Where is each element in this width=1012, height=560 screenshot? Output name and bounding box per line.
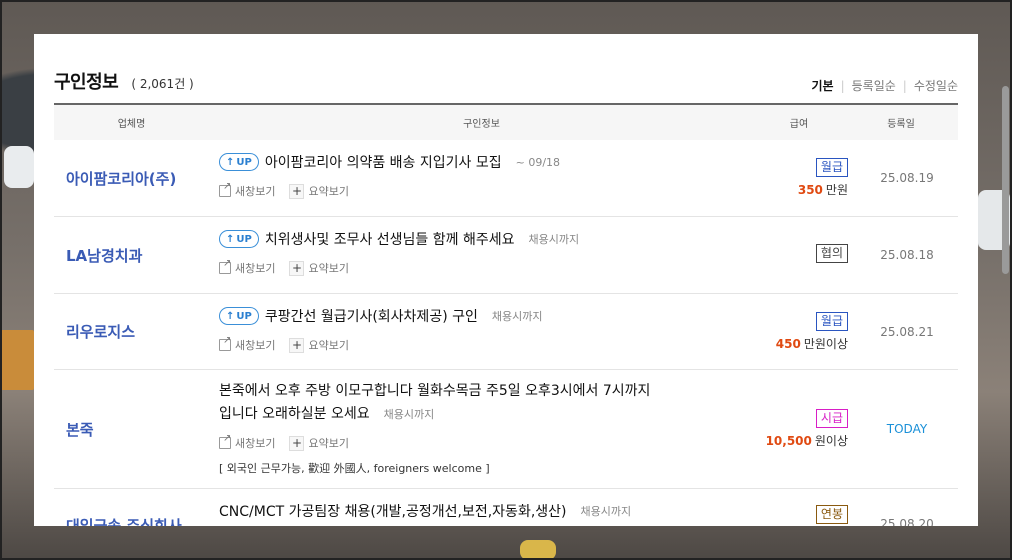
table-row: 아이팜코리아(주) ↑ UP 아이팜코리아 의약품 배송 지입기사 모집 ~ 09… <box>54 140 958 217</box>
plus-icon: + <box>289 260 305 276</box>
company-name[interactable]: 리우로지스 <box>54 294 219 369</box>
up-arrow-icon: ↑ <box>226 310 235 322</box>
company-name[interactable]: 대일금속 주식회사 <box>54 489 219 526</box>
registered-date: TODAY <box>886 422 928 436</box>
company-name[interactable]: 아이팜코리아(주) <box>54 140 219 216</box>
job-title[interactable]: 아이팜코리아 의약품 배송 지입기사 모집 <box>265 152 502 172</box>
company-name[interactable]: LA남경치과 <box>54 217 219 293</box>
external-link-icon <box>219 181 231 197</box>
new-window-link[interactable]: 새창보기 <box>219 433 275 451</box>
registered-date: 25.08.21 <box>880 324 934 339</box>
registered-date: 25.08.20 <box>880 517 934 526</box>
table-row: 대일금속 주식회사 CNC/MCT 가공팀장 채용(개발,공정개선,보전,자동화… <box>54 489 958 526</box>
up-arrow-icon: ↑ <box>226 156 235 168</box>
table-row: 본죽 본죽에서 오후 주방 이모구합니다 월화수목금 주5일 오후3시에서 7시… <box>54 370 958 489</box>
listing-count: ( 2,061건 ) <box>131 77 194 91</box>
sort-default[interactable]: 기본 <box>811 77 833 94</box>
pay-type-badge: 시급 <box>815 409 848 428</box>
job-listing-panel: 구인정보 ( 2,061건 ) 기본 | 등록일순 | 수정일순 업체명 구인정… <box>34 34 978 526</box>
up-badge: ↑ UP <box>219 153 259 171</box>
job-title[interactable]: CNC/MCT 가공팀장 채용(개발,공정개선,보전,자동화,생산) <box>219 501 567 521</box>
deadline: 채용시까지 <box>491 310 543 323</box>
column-company: 업체명 <box>117 119 146 130</box>
pay-amount: 450 만원이상 <box>775 336 848 351</box>
external-link-icon <box>219 433 231 449</box>
column-pay: 급여 <box>789 119 809 130</box>
table-header: 업체명 구인정보 급여 등록일 <box>54 103 958 140</box>
deadline: 채용시까지 <box>383 408 435 421</box>
scrollbar-thumb[interactable] <box>1002 86 1009 274</box>
new-window-link[interactable]: 새창보기 <box>219 335 275 353</box>
column-date: 등록일 <box>887 119 915 130</box>
plus-icon: + <box>289 435 305 451</box>
page-title: 구인정보 <box>54 72 119 93</box>
pay-amount: 350 만원 <box>797 183 848 197</box>
up-badge: ↑ UP <box>219 307 259 325</box>
summary-link[interactable]: + 요약보기 <box>289 435 349 451</box>
new-window-link[interactable]: 새창보기 <box>219 258 275 276</box>
pay-amount: 10,500 원이상 <box>765 434 848 448</box>
plus-icon: + <box>289 183 305 199</box>
deadline: 채용시까지 <box>528 233 580 246</box>
job-title[interactable]: 본죽에서 오후 주방 이모구합니다 월화수목금 주5일 오후3시에서 7시까지 … <box>219 380 754 426</box>
sort-modified[interactable]: 수정일순 <box>914 77 958 94</box>
up-arrow-icon: ↑ <box>226 233 235 245</box>
company-name[interactable]: 본죽 <box>54 370 219 488</box>
summary-link[interactable]: + 요약보기 <box>289 260 349 276</box>
registered-date: 25.08.18 <box>880 248 934 262</box>
job-title[interactable]: 쿠팡간선 월급기사(회사차제공) 구인 <box>265 306 478 326</box>
summary-link[interactable]: + 요약보기 <box>289 183 349 199</box>
up-badge: ↑ UP <box>219 230 259 248</box>
foreigner-note: [ 외국인 근무가능, 歡迎 外國人, foreigners welcome ] <box>219 462 490 475</box>
sort-registered[interactable]: 등록일순 <box>852 77 896 94</box>
sort-options: 기본 | 등록일순 | 수정일순 <box>811 77 958 94</box>
pay-type-badge: 협의 <box>815 243 848 263</box>
pay-type-badge: 월급 <box>815 311 848 331</box>
deadline: 채용시까지 <box>580 505 632 518</box>
plus-icon: + <box>289 337 305 353</box>
column-job-info: 구인정보 <box>463 119 500 130</box>
registered-date: 25.08.19 <box>880 171 934 185</box>
new-window-link[interactable]: 새창보기 <box>219 181 275 199</box>
table-row: LA남경치과 ↑ UP 치위생사및 조무사 선생님들 함께 해주세요 채용시까지 … <box>54 217 958 294</box>
pay-type-badge: 월급 <box>815 158 848 177</box>
summary-link[interactable]: + 요약보기 <box>289 337 349 353</box>
listing-header: 구인정보 ( 2,061건 ) 기본 | 등록일순 | 수정일순 <box>54 68 958 94</box>
deadline: ~ 09/18 <box>515 155 561 169</box>
pay-type-badge: 연봉 <box>815 505 848 524</box>
job-title[interactable]: 치위생사및 조무사 선생님들 함께 해주세요 <box>265 229 515 249</box>
external-link-icon <box>219 258 231 274</box>
table-row: 리우로지스 ↑UP 쿠팡간선 월급기사(회사차제공) 구인 채용시까지 새창보기… <box>54 294 958 370</box>
external-link-icon <box>219 335 231 351</box>
